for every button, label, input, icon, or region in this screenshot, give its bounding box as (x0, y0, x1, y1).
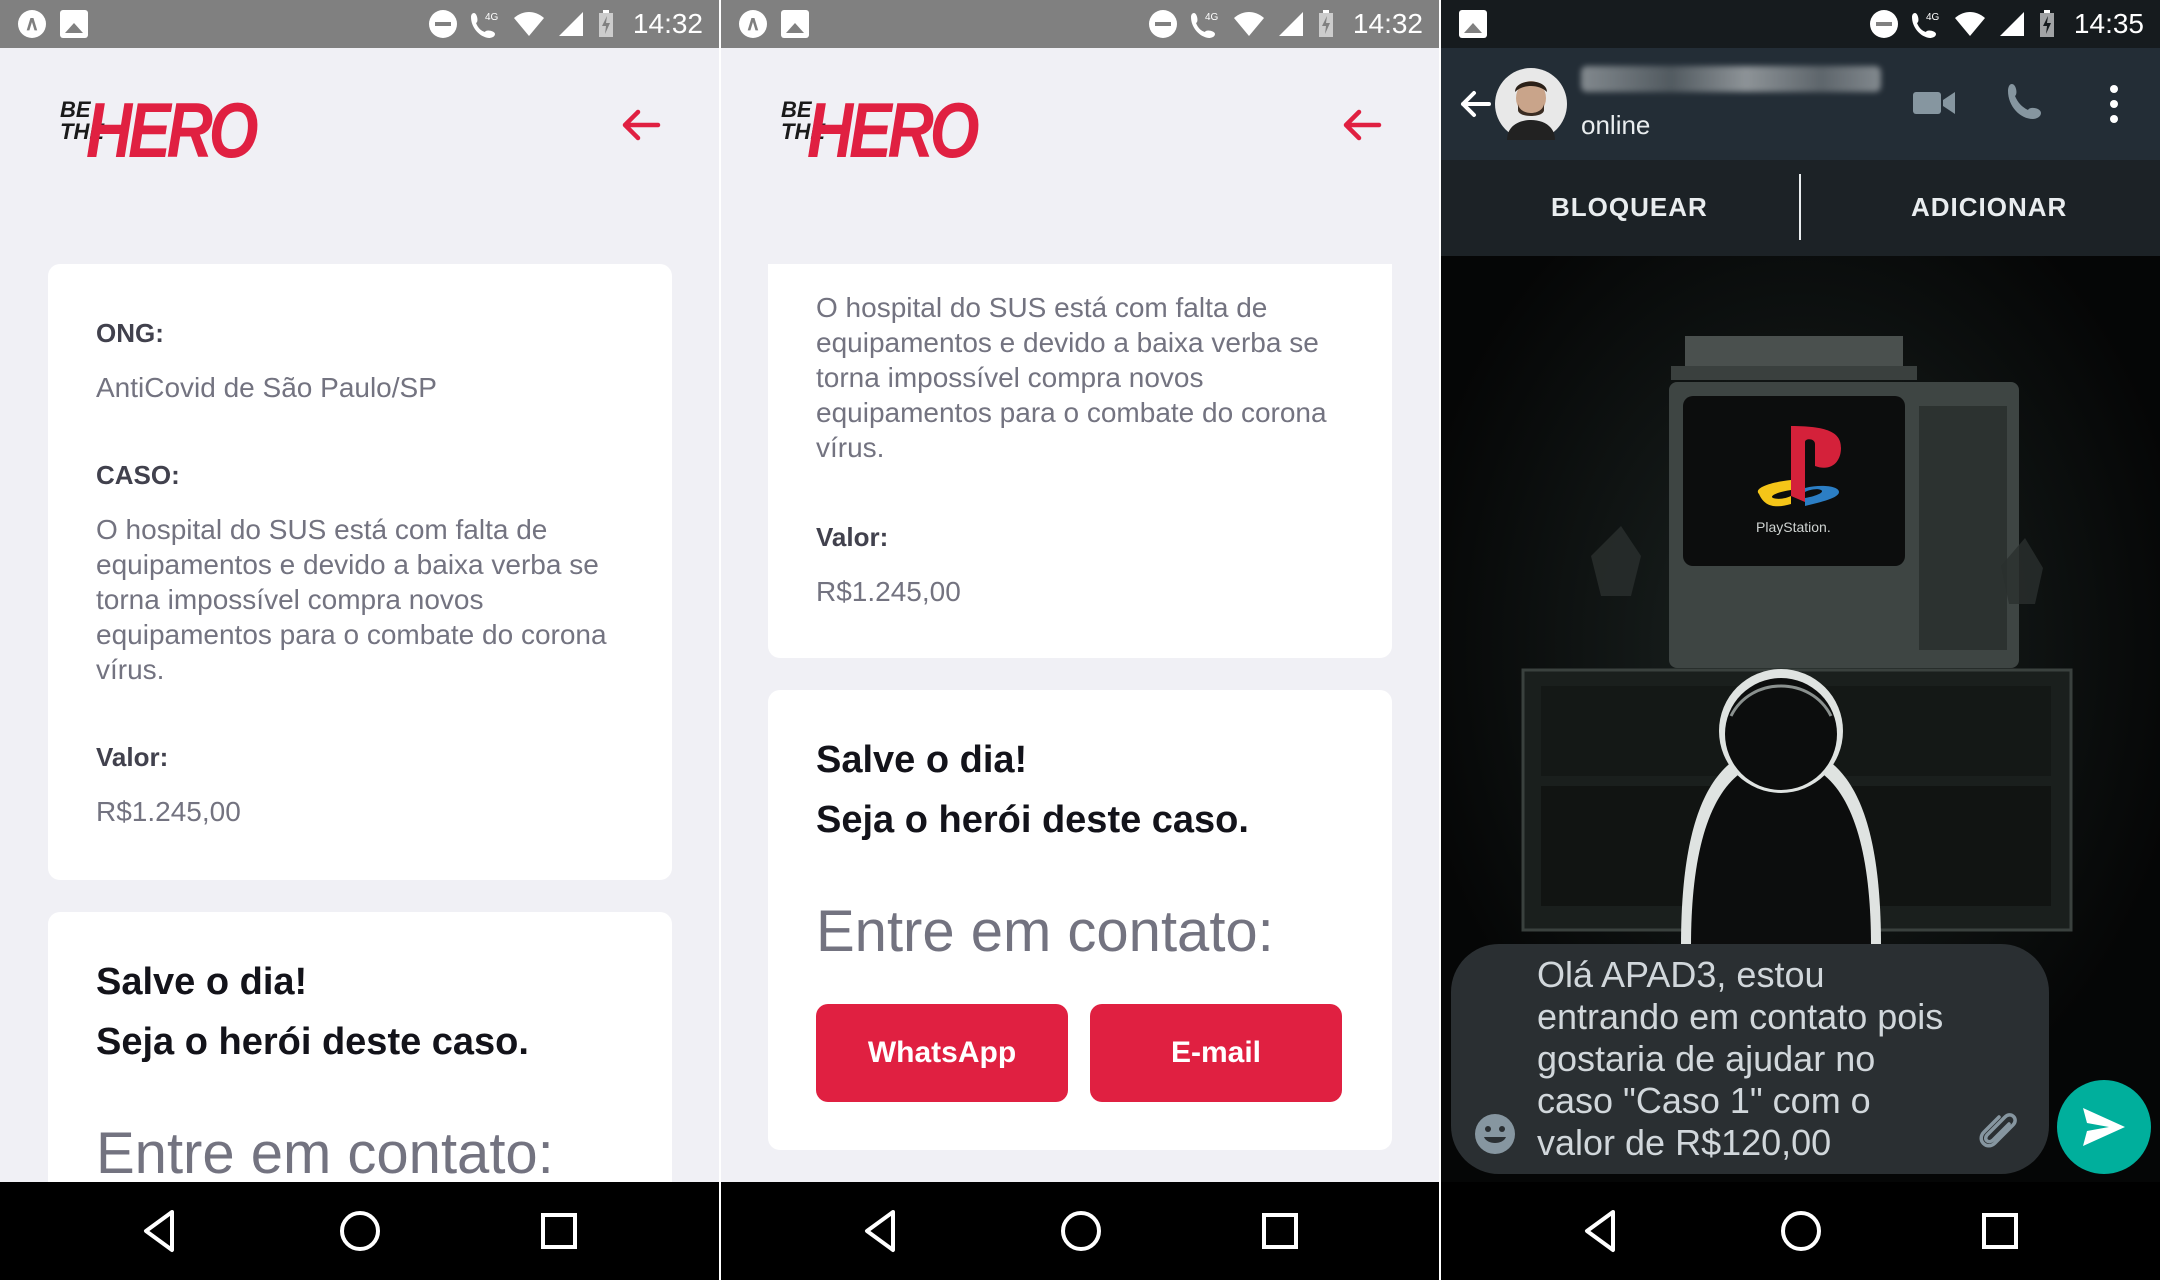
phone-screen-detail-scrolled: ∧ 4G 14:32 BE THE HERO O hospital do SUS … (721, 0, 1439, 1280)
logo-hero: HERO (86, 86, 259, 174)
wifi-icon (513, 12, 544, 36)
contact-heading-1: Salve o dia! (96, 961, 308, 1003)
image-notification-icon (781, 10, 809, 38)
ong-label: ONG: (96, 318, 164, 348)
incident-card: O hospital do SUS está com falta de equi… (768, 264, 1392, 658)
phone-screen-detail: ∧ 4G 14:32 BE THE HERO ONG: AntiCovid de … (0, 0, 719, 1280)
attach-clip-icon[interactable] (1977, 1106, 2021, 1154)
do-not-disturb-icon (428, 10, 457, 38)
actions-divider (1799, 174, 1801, 240)
app-screen: ∧ 4G 14:32 BE THE HERO O hospital do SUS … (721, 0, 1439, 1280)
signal-icon (558, 12, 583, 36)
more-options-icon[interactable] (2107, 82, 2121, 126)
signal-icon (1278, 12, 1303, 36)
contact-card: Salve o dia! Seja o herói deste caso. En… (768, 690, 1392, 1150)
contact-heading-1: Salve o dia! (816, 739, 1028, 781)
status-bar: ∧ 4G 14:32 (0, 0, 719, 48)
status-bar: ∧ 4G 14:32 (721, 0, 1439, 48)
email-button[interactable]: E-mail (1090, 1004, 1342, 1102)
signal-icon (1999, 12, 2024, 36)
nav-back-icon[interactable] (855, 1204, 909, 1258)
whatsapp-chat-screen: 4G 14:35 online BLOQUEAR ADICIONAR PlayS… (1441, 0, 2160, 1280)
contact-heading-2: Seja o herói deste caso. (96, 1021, 529, 1063)
back-arrow-icon[interactable] (1337, 100, 1387, 150)
battery-charging-icon (2039, 10, 2054, 37)
do-not-disturb-icon (1148, 10, 1177, 38)
nav-home-icon[interactable] (333, 1204, 387, 1258)
nav-home-icon[interactable] (1054, 1204, 1108, 1258)
app-screen: ∧ 4G 14:32 BE THE HERO ONG: AntiCovid de … (0, 0, 719, 1280)
case-description: O hospital do SUS está com falta de equi… (96, 514, 607, 685)
nav-back-icon[interactable] (134, 1204, 188, 1258)
emoji-icon[interactable] (1473, 1112, 1517, 1156)
battery-charging-icon (598, 10, 613, 37)
unknown-contact-actions: BLOQUEAR ADICIONAR (1441, 160, 2160, 256)
call-4g-icon: 4G (470, 12, 499, 38)
contact-heading-2: Seja o herói deste caso. (816, 799, 1249, 841)
value-label: Valor: (96, 742, 169, 772)
send-button[interactable] (2057, 1080, 2151, 1174)
case-description: O hospital do SUS está com falta de equi… (816, 292, 1327, 463)
phone-screen-whatsapp: 4G 14:35 online BLOQUEAR ADICIONAR PlayS… (1441, 0, 2160, 1280)
nav-recents-icon[interactable] (1253, 1204, 1307, 1258)
wifi-icon (1233, 12, 1264, 36)
svg-text:4G: 4G (1205, 12, 1219, 23)
nav-home-icon[interactable] (1774, 1204, 1828, 1258)
value-amount: R$1.245,00 (816, 576, 961, 607)
contact-status: online (1581, 110, 1651, 140)
back-arrow-icon[interactable] (616, 100, 666, 150)
contact-subtitle: Entre em contato: (816, 899, 1274, 964)
value-amount: R$1.245,00 (96, 796, 241, 827)
call-4g-icon: 4G (1190, 12, 1219, 38)
nav-recents-icon[interactable] (1973, 1204, 2027, 1258)
do-not-disturb-icon (1869, 10, 1898, 38)
call-4g-icon: 4G (1911, 12, 1940, 38)
contact-subtitle: Entre em contato: (96, 1121, 554, 1186)
incident-card: ONG: AntiCovid de São Paulo/SP CASO: O h… (48, 264, 672, 880)
case-label: CASO: (96, 460, 180, 490)
whatsapp-button[interactable]: WhatsApp (816, 1004, 1068, 1102)
status-bar: 4G 14:35 (1441, 0, 2160, 48)
android-nav-bar (0, 1182, 719, 1280)
battery-charging-icon (1318, 10, 1333, 37)
app-notification-icon: ∧ (739, 10, 767, 38)
android-nav-bar (721, 1182, 1439, 1280)
contact-name-blurred[interactable] (1581, 66, 1881, 92)
wifi-icon (1954, 12, 1985, 36)
svg-text:4G: 4G (1926, 12, 1940, 23)
status-time: 14:32 (1352, 8, 1423, 39)
ong-value: AntiCovid de São Paulo/SP (96, 372, 437, 403)
chat-header: online (1441, 48, 2160, 160)
be-the-hero-logo: BE THE HERO (769, 85, 980, 175)
status-time: 14:32 (632, 8, 703, 39)
nav-back-icon[interactable] (1575, 1204, 1629, 1258)
status-time: 14:35 (2073, 8, 2144, 39)
back-arrow-icon[interactable] (1455, 84, 1495, 124)
message-input-text[interactable]: Olá APAD3, estou entrando em contato poi… (1537, 954, 1957, 1164)
android-nav-bar (1441, 1182, 2160, 1280)
message-input[interactable]: Olá APAD3, estou entrando em contato poi… (1451, 944, 2049, 1174)
send-icon (2083, 1108, 2125, 1146)
voice-call-icon[interactable] (2003, 80, 2047, 124)
video-call-icon[interactable] (1911, 82, 1959, 122)
svg-text:4G: 4G (485, 12, 499, 23)
app-notification-icon: ∧ (18, 10, 46, 38)
block-button[interactable]: BLOQUEAR (1551, 192, 1708, 223)
logo-hero: HERO (807, 86, 980, 174)
image-notification-icon (60, 10, 88, 38)
add-contact-button[interactable]: ADICIONAR (1911, 192, 2067, 223)
contact-avatar[interactable] (1495, 68, 1567, 140)
image-notification-icon (1459, 10, 1487, 38)
svg-text:PlayStation.: PlayStation. (1756, 519, 1831, 535)
nav-recents-icon[interactable] (532, 1204, 586, 1258)
value-label: Valor: (816, 522, 889, 552)
be-the-hero-logo: BE THE HERO (48, 85, 259, 175)
